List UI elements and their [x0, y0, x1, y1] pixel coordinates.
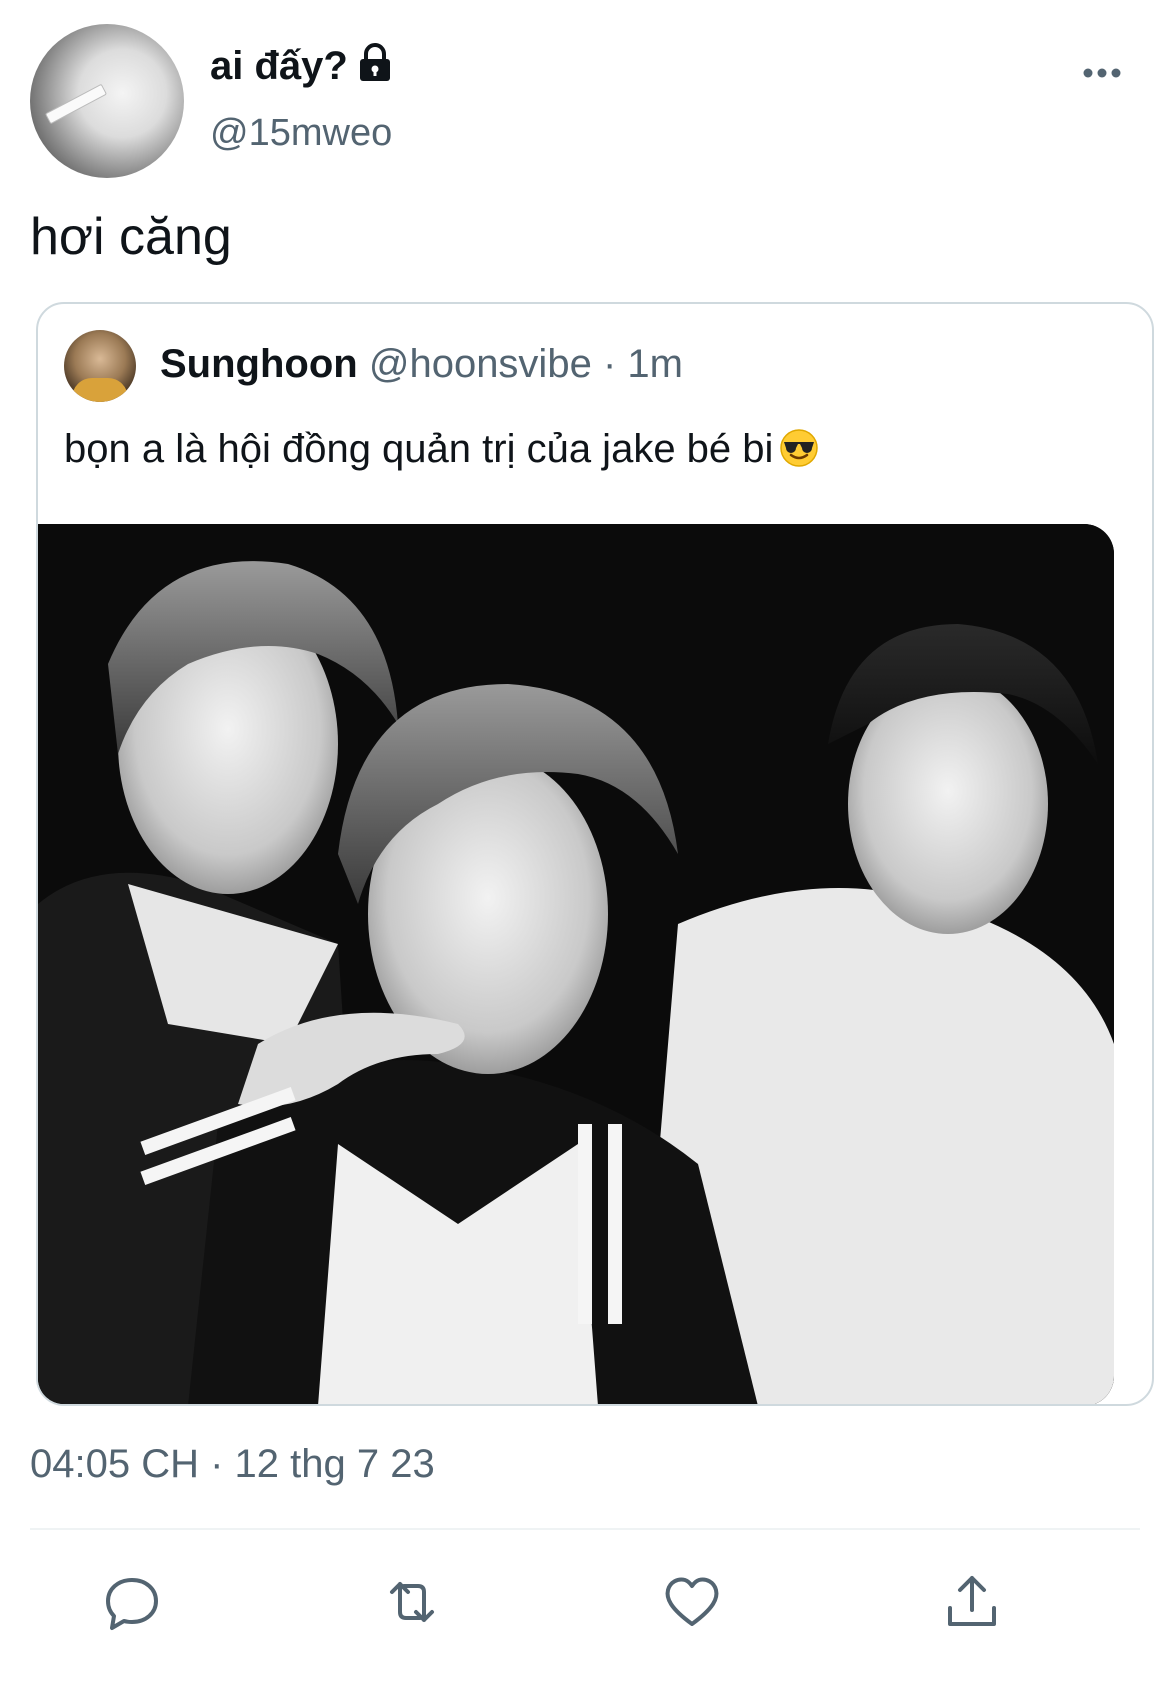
quoted-tweet-header: Sunghoon @hoonsvibe · 1m [160, 340, 683, 388]
author-display-name[interactable]: ai đấy? [210, 44, 348, 88]
divider [30, 1528, 1140, 1530]
quoted-author-handle[interactable]: @hoonsvibe [369, 342, 592, 386]
smiling-face-with-sunglasses-emoji [779, 428, 819, 480]
reply-icon[interactable] [100, 1570, 164, 1634]
quoted-tweet-text: bọn a là hội đồng quản trị của jake bé b… [64, 424, 819, 480]
quoted-tweet-card[interactable]: Sunghoon @hoonsvibe · 1m bọn a là hội đồ… [36, 302, 1154, 1406]
photo-illustration [38, 524, 1114, 1404]
author-name-row[interactable]: ai đấy? [210, 42, 394, 94]
quoted-tweet-time[interactable]: 1m [627, 342, 683, 386]
author-avatar[interactable] [30, 24, 184, 178]
share-icon[interactable] [940, 1570, 1004, 1634]
author-handle[interactable]: @15mweo [210, 110, 392, 156]
tweet-text: hơi căng [30, 208, 232, 266]
quoted-author-name[interactable]: Sunghoon [160, 342, 358, 386]
header-separator: · [602, 342, 617, 386]
retweet-icon[interactable] [380, 1570, 444, 1634]
avatar-shirt-detail [72, 378, 128, 402]
avatar-cigarette-detail [44, 83, 108, 125]
heart-icon[interactable] [660, 1570, 724, 1634]
quoted-tweet-photo[interactable] [38, 524, 1114, 1404]
more-horizontal-icon[interactable] [1080, 58, 1124, 88]
tweet-timestamp[interactable]: 04:05 CH · 12 thg 7 23 [30, 1440, 435, 1488]
lock-icon [356, 43, 394, 94]
quoted-tweet-text-content: bọn a là hội đồng quản trị của jake bé b… [64, 427, 774, 471]
quoted-author-avatar[interactable] [64, 330, 136, 402]
